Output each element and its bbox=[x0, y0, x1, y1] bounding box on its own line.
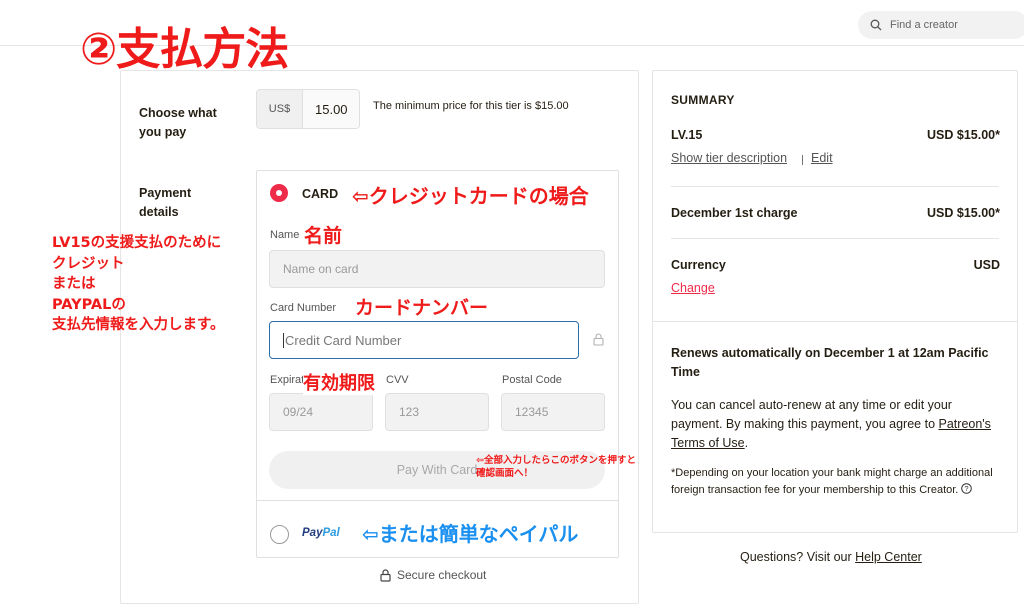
annotation-button-hint-line2: 確認画面へ！ bbox=[476, 468, 534, 479]
show-tier-description-link[interactable]: Show tier description bbox=[671, 151, 787, 165]
annotation-line: LV15の支援支払のために bbox=[52, 235, 222, 251]
annotation-title: ②支払方法 bbox=[80, 24, 289, 75]
edit-link[interactable]: Edit bbox=[811, 151, 833, 165]
svg-text:?: ? bbox=[965, 484, 969, 493]
divider bbox=[256, 500, 619, 501]
annotation-paypal: ⇦または簡単なペイパル bbox=[362, 522, 579, 546]
paypal-radio[interactable] bbox=[270, 525, 289, 544]
search-bar[interactable] bbox=[858, 11, 1024, 39]
currency-value: USD bbox=[973, 258, 1000, 272]
cvv-label: CVV bbox=[386, 374, 409, 386]
payment-details-label: Payment details bbox=[139, 186, 192, 219]
currency-label: Currency bbox=[671, 258, 726, 272]
charge-price: USD $15.00* bbox=[927, 206, 1000, 220]
disclaimer-text: *Depending on your location your bank mi… bbox=[671, 467, 993, 496]
summary-title: SUMMARY bbox=[671, 93, 735, 107]
search-input[interactable] bbox=[890, 19, 1010, 31]
lock-icon bbox=[380, 568, 391, 582]
card-radio[interactable] bbox=[270, 184, 288, 202]
tier-price: USD $15.00* bbox=[927, 128, 1000, 142]
tier-name: LV.15 bbox=[671, 128, 703, 142]
minimum-price-note: The minimum price for this tier is $15.0… bbox=[373, 100, 569, 112]
disclaimer: *Depending on your location your bank mi… bbox=[671, 465, 996, 498]
cvv-input[interactable]: 123 bbox=[385, 393, 489, 431]
annotation-left-note: LV15の支援支払のために クレジット または PAYPALの 支払先情報を入力… bbox=[52, 233, 225, 336]
annotation-line: または bbox=[52, 276, 96, 292]
card-number-label: Card Number bbox=[270, 302, 337, 314]
cancel-info: You can cancel auto-renew at any time or… bbox=[671, 396, 1001, 453]
postal-code-label: Postal Code bbox=[502, 374, 562, 386]
secure-checkout-label: Secure checkout bbox=[397, 568, 487, 582]
secure-checkout: Secure checkout bbox=[380, 568, 486, 582]
divider bbox=[671, 238, 999, 239]
questions-text: Questions? Visit our bbox=[740, 550, 852, 564]
search-icon bbox=[870, 19, 882, 31]
help-footer: Questions? Visit our Help Center bbox=[740, 550, 922, 564]
change-currency-link[interactable]: Change bbox=[671, 281, 715, 295]
lock-icon bbox=[593, 333, 604, 346]
renews-text: Renews automatically on December 1 at 12… bbox=[671, 346, 989, 379]
help-circle-icon[interactable]: ? bbox=[961, 482, 973, 494]
annotation-line: PAYPALの bbox=[52, 296, 126, 313]
card-number-placeholder: Credit Card Number bbox=[285, 332, 402, 348]
annotation-line: クレジット bbox=[52, 255, 125, 272]
name-label: Name bbox=[270, 229, 300, 241]
annotation-button-hint-line1: ⇦全部入力したらこのボタンを押すと bbox=[476, 455, 636, 466]
card-number-input[interactable]: Credit Card Number bbox=[269, 321, 579, 359]
charge-label: December 1st charge bbox=[671, 206, 798, 220]
help-center-link[interactable]: Help Center bbox=[855, 550, 922, 564]
annotation-card-number: カードナンバー bbox=[355, 297, 489, 319]
annotation-expiry: 有効期限 bbox=[303, 369, 375, 395]
divider bbox=[652, 321, 1018, 322]
choose-what-you-pay-label: Choose what you pay bbox=[139, 106, 217, 139]
price-input[interactable]: US$ 15.00 bbox=[256, 89, 360, 129]
divider bbox=[671, 186, 999, 187]
annotation-card-case: ⇦クレジットカードの場合 bbox=[352, 184, 589, 208]
card-option-label[interactable]: CARD bbox=[302, 187, 338, 201]
name-on-card-input[interactable]: Name on card bbox=[269, 250, 605, 288]
expiration-input[interactable]: 09/24 bbox=[269, 393, 373, 431]
link-separator bbox=[802, 155, 803, 165]
annotation-line: 支払先情報を入力します。 bbox=[52, 317, 225, 333]
paypal-logo[interactable]: PayPal bbox=[302, 527, 340, 539]
annotation-name: 名前 bbox=[304, 225, 343, 247]
currency-prefix: US$ bbox=[257, 90, 303, 128]
price-value[interactable]: 15.00 bbox=[303, 90, 359, 128]
terms-period: . bbox=[744, 436, 749, 450]
annotation-button-hint: ⇦全部入力したらこのボタンを押すと 確認画面へ！ bbox=[476, 454, 636, 480]
cancel-text: You can cancel auto-renew at any time or… bbox=[671, 398, 952, 431]
postal-code-input[interactable]: 12345 bbox=[501, 393, 605, 431]
